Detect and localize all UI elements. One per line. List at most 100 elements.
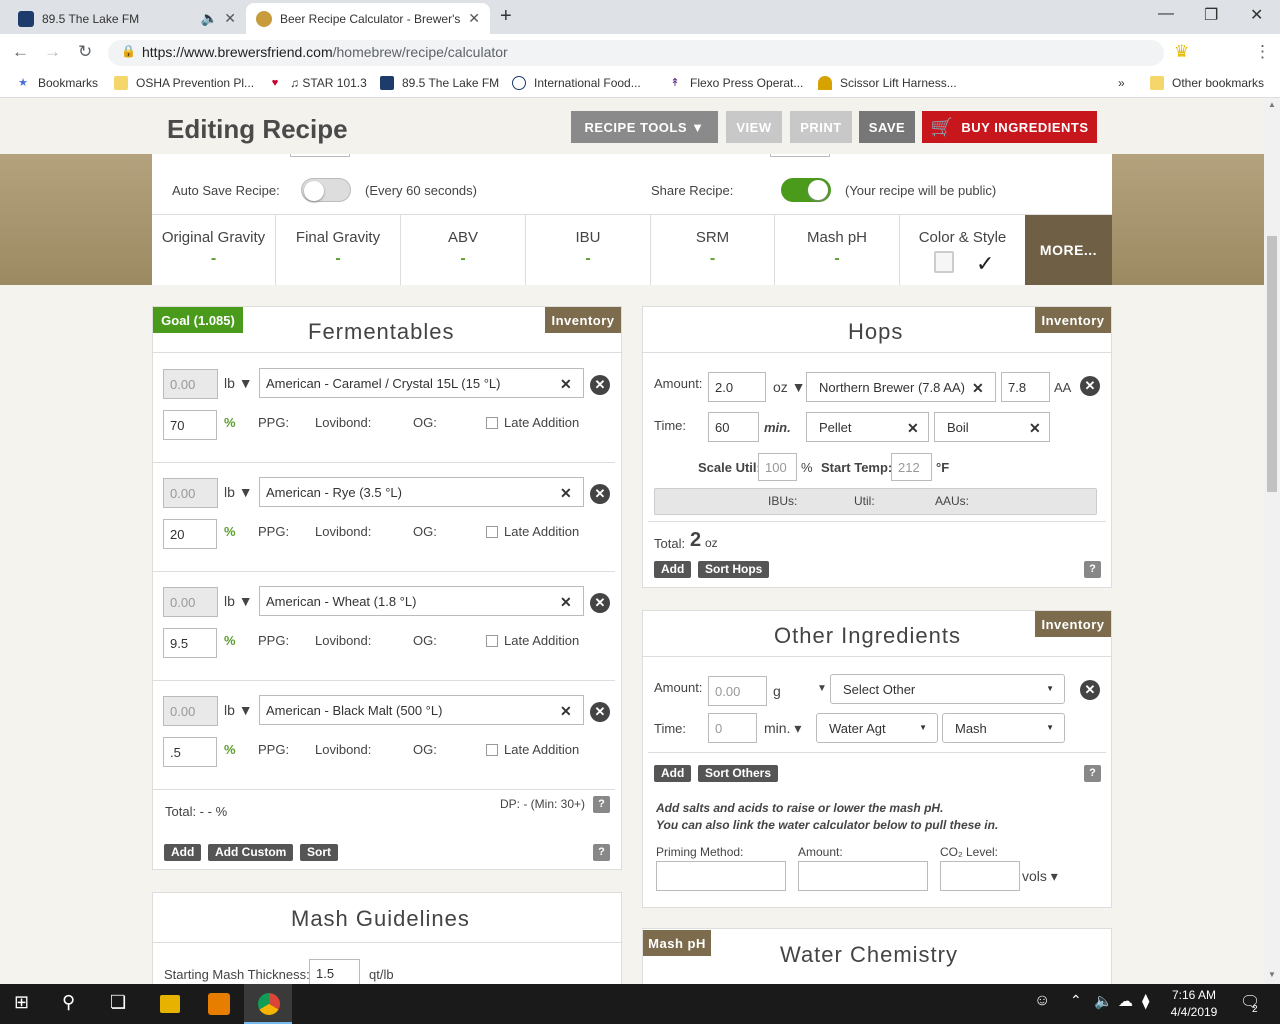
file-explorer-icon[interactable] <box>160 995 180 1013</box>
remove-row-icon[interactable]: ✕ <box>590 593 610 613</box>
remove-row-icon[interactable]: ✕ <box>590 375 610 395</box>
other-select[interactable]: Select Other ▼ <box>830 674 1065 704</box>
close-tab-icon[interactable]: ✕ <box>224 10 236 27</box>
add-custom-button[interactable]: Add Custom <box>208 844 294 861</box>
dropbox-icon[interactable]: ⧫ <box>1142 992 1149 1010</box>
clear-icon[interactable]: ✕ <box>972 380 984 397</box>
hops-help-button[interactable]: ? <box>1084 561 1101 578</box>
amount-input[interactable]: 0.00 <box>163 696 218 726</box>
add-hop-button[interactable]: Add <box>654 561 692 578</box>
bookmark-item[interactable]: ♥ ♫ STAR 101.3 <box>268 76 367 90</box>
clear-icon[interactable]: ✕ <box>560 376 572 393</box>
amount-input[interactable]: 0.00 <box>163 587 218 617</box>
clear-icon[interactable]: ✕ <box>560 485 572 502</box>
amount-input[interactable]: 0.00 <box>163 369 218 399</box>
scrollbar-thumb[interactable] <box>1267 236 1277 492</box>
close-tab-icon[interactable]: ✕ <box>468 10 480 27</box>
unit-select[interactable]: lb ▼ <box>224 593 253 609</box>
percent-input[interactable]: 9.5 <box>163 628 217 658</box>
hop-aa-input[interactable]: 7.8 <box>1001 372 1050 402</box>
hop-unit-select[interactable]: oz ▼ <box>773 379 806 395</box>
fermentables-help-button[interactable]: ? <box>593 844 610 861</box>
clear-icon[interactable]: ✕ <box>1029 420 1041 437</box>
fermentable-select[interactable]: American - Wheat (1.8 °L) <box>259 586 584 616</box>
remove-row-icon[interactable]: ✕ <box>590 484 610 504</box>
start-temp-input[interactable]: 212 <box>891 453 932 481</box>
percent-input[interactable]: 70 <box>163 410 217 440</box>
other-help-button[interactable]: ? <box>1084 765 1101 782</box>
task-view-icon[interactable]: ❏ <box>110 992 126 1013</box>
search-icon[interactable]: ⚲ <box>62 992 75 1013</box>
unit-select[interactable]: lb ▼ <box>224 484 253 500</box>
other-inventory-button[interactable]: Inventory <box>1035 611 1111 637</box>
clear-icon[interactable]: ✕ <box>560 594 572 611</box>
other-time-input[interactable]: 0 <box>708 713 757 743</box>
buy-ingredients-button[interactable]: 🛒 BUY INGREDIENTS <box>922 111 1097 143</box>
tab-beer-calculator[interactable]: Beer Recipe Calculator - Brewer's ✕ <box>246 3 490 34</box>
chrome-icon[interactable] <box>258 993 280 1015</box>
remove-row-icon[interactable]: ✕ <box>590 702 610 722</box>
volume-icon[interactable]: 🔈 <box>1094 992 1113 1010</box>
mute-icon[interactable]: 🔈 <box>201 10 218 27</box>
fermentable-select[interactable]: American - Black Malt (500 °L) <box>259 695 584 725</box>
url-field[interactable]: 🔒 https://www.brewersfriend.com/homebrew… <box>108 40 1164 66</box>
sort-hops-button[interactable]: Sort Hops <box>698 561 770 578</box>
other-type-select[interactable]: Water Agt ▼ <box>816 713 938 743</box>
scroll-down-icon[interactable]: ▼ <box>1268 970 1276 979</box>
view-button[interactable]: VIEW <box>726 111 782 143</box>
hop-variety-select[interactable]: Northern Brewer (7.8 AA) <box>806 372 996 402</box>
co2-level-input[interactable] <box>940 861 1020 891</box>
outlook-icon[interactable] <box>208 993 230 1015</box>
late-addition-checkbox[interactable]: Late Addition <box>486 742 579 757</box>
other-amount-input[interactable]: 0.00 <box>708 676 767 706</box>
clock-date[interactable]: 4/4/2019 <box>1166 1005 1222 1019</box>
sort-fermentables-button[interactable]: Sort <box>300 844 338 861</box>
add-other-button[interactable]: Add <box>654 765 692 782</box>
clock-time[interactable]: 7:16 AM <box>1166 988 1222 1002</box>
late-addition-checkbox[interactable]: Late Addition <box>486 633 579 648</box>
hop-time-input[interactable]: 60 <box>708 412 759 442</box>
more-button[interactable]: MORE... <box>1025 215 1112 285</box>
extension-icon[interactable]: ♛ <box>1174 42 1189 62</box>
fermentables-inventory-button[interactable]: Inventory <box>545 307 621 333</box>
priming-amount-input[interactable] <box>798 861 928 891</box>
add-fermentable-button[interactable]: Add <box>164 844 202 861</box>
hop-amount-input[interactable]: 2.0 <box>708 372 766 402</box>
bookmark-item[interactable]: ★ Bookmarks <box>16 76 98 90</box>
mash-thickness-input[interactable]: 1.5 <box>309 959 360 985</box>
minimize-icon[interactable]: — <box>1158 5 1174 23</box>
windows-start-icon[interactable]: ⊞ <box>14 992 29 1013</box>
people-icon[interactable]: ☺ <box>1034 992 1050 1010</box>
save-button[interactable]: SAVE <box>859 111 915 143</box>
unit-select[interactable]: lb ▼ <box>224 375 253 391</box>
remove-other-icon[interactable]: ✕ <box>1080 680 1100 700</box>
restore-icon[interactable]: ❐ <box>1204 5 1218 25</box>
bookmark-item[interactable]: OSHA Prevention Pl... <box>114 76 254 90</box>
new-tab-icon[interactable]: + <box>500 5 512 28</box>
clear-icon[interactable]: ✕ <box>560 703 572 720</box>
bookmarks-overflow[interactable]: » <box>1118 76 1125 90</box>
unit-select[interactable]: lb ▼ <box>224 702 253 718</box>
other-use-select[interactable]: Mash ▼ <box>942 713 1065 743</box>
bookmark-item[interactable]: 89.5 The Lake FM <box>380 76 499 90</box>
close-window-icon[interactable]: ✕ <box>1250 5 1263 25</box>
bookmark-item[interactable]: Scissor Lift Harness... <box>818 76 957 90</box>
priming-method-input[interactable] <box>656 861 786 891</box>
back-icon[interactable]: ← <box>12 42 29 62</box>
scroll-up-icon[interactable]: ▲ <box>1268 100 1276 109</box>
recipe-tools-button[interactable]: RECIPE TOOLS ▼ <box>571 111 718 143</box>
share-toggle[interactable] <box>781 178 831 202</box>
page-scrollbar[interactable] <box>1264 98 1280 984</box>
percent-input[interactable]: .5 <box>163 737 217 767</box>
late-addition-checkbox[interactable]: Late Addition <box>486 415 579 430</box>
reload-icon[interactable]: ↻ <box>78 42 92 62</box>
bookmark-item[interactable]: International Food... <box>512 76 641 90</box>
clear-icon[interactable]: ✕ <box>907 420 919 437</box>
hops-inventory-button[interactable]: Inventory <box>1035 307 1111 333</box>
sort-others-button[interactable]: Sort Others <box>698 765 779 782</box>
other-bookmarks[interactable]: Other bookmarks <box>1150 76 1264 90</box>
bookmark-item[interactable]: ↟ Flexo Press Operat... <box>668 76 803 90</box>
dropdown-arrow-icon[interactable]: ▼ <box>817 683 827 694</box>
onedrive-icon[interactable]: ☁ <box>1118 992 1133 1010</box>
other-time-unit-select[interactable]: min. ▾ <box>764 720 801 737</box>
